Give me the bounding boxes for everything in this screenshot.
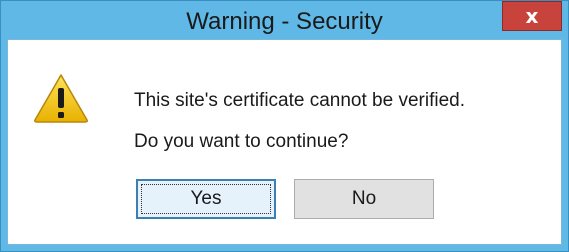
close-icon: x	[525, 4, 539, 28]
message-line-1: This site's certificate cannot be verifi…	[134, 90, 465, 111]
window-title: Warning - Security	[186, 8, 383, 35]
close-button[interactable]: x	[502, 1, 562, 31]
title-bar[interactable]: Warning - Security x	[1, 1, 568, 39]
no-button[interactable]: No	[294, 179, 434, 219]
no-button-label: No	[351, 188, 377, 209]
message-line-2: Do you want to continue?	[134, 131, 349, 152]
yes-button[interactable]: Yes	[136, 179, 276, 219]
dialog-content: This site's certificate cannot be verifi…	[7, 39, 562, 245]
dialog-window: Warning - Security x This site's certifi…	[0, 0, 569, 252]
warning-icon	[34, 74, 88, 123]
focus-rectangle	[141, 184, 271, 214]
